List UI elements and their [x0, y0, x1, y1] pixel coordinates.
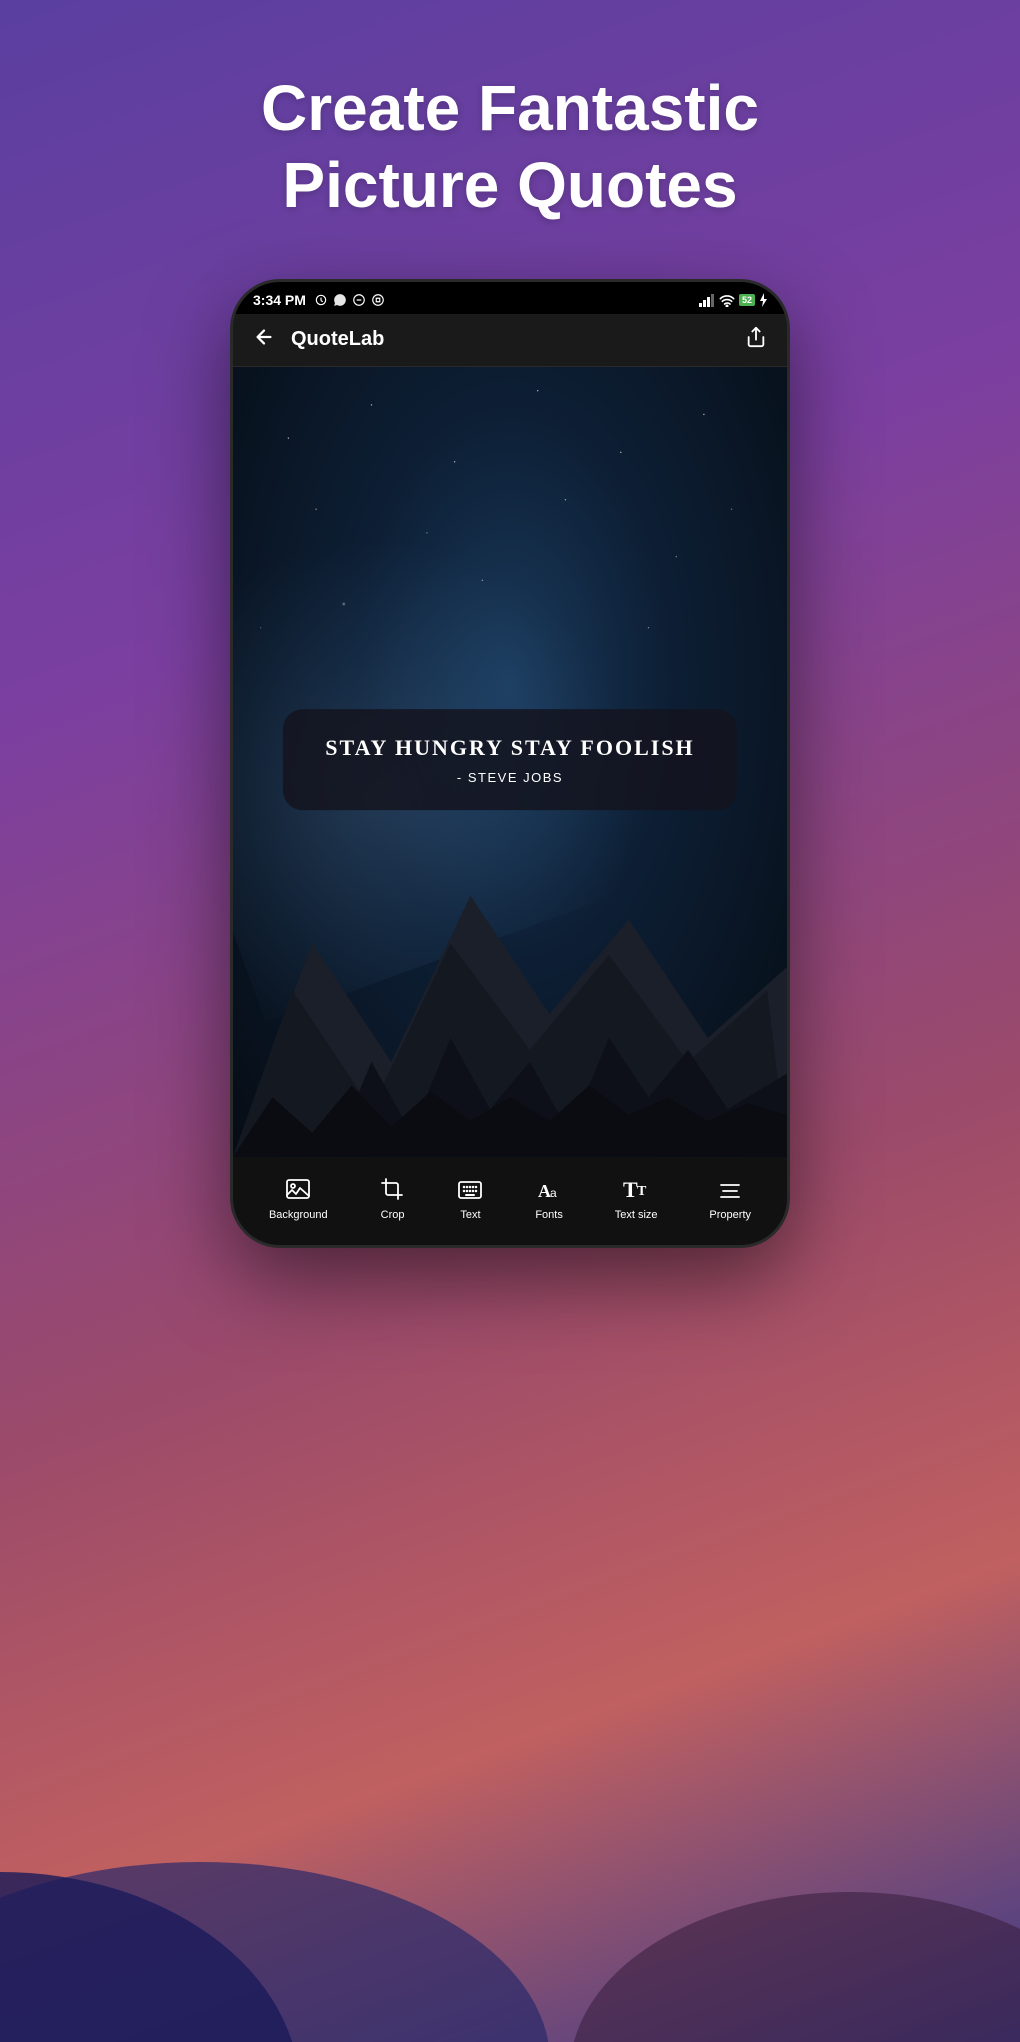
charging-icon	[759, 293, 767, 307]
svg-text:T: T	[637, 1184, 647, 1199]
status-time: 3:34 PM	[253, 292, 306, 308]
toolbar-label-crop: Crop	[381, 1209, 405, 1221]
text-keyboard-icon	[457, 1177, 483, 1203]
toolbar-label-background: Background	[269, 1209, 328, 1221]
toolbar-label-fonts: Fonts	[535, 1209, 563, 1221]
wifi-icon	[719, 293, 735, 307]
battery-indicator: 52	[739, 294, 755, 306]
app-bar-title: QuoteLab	[291, 328, 384, 351]
headline-line2: Picture Quotes	[282, 149, 737, 221]
property-icon	[717, 1177, 743, 1203]
background-icon	[285, 1177, 311, 1203]
toolbar-item-background[interactable]: Background	[261, 1173, 336, 1225]
app-bar: QuoteLab	[233, 314, 787, 367]
svg-text:T: T	[623, 1177, 638, 1202]
svg-text:a: a	[550, 1186, 557, 1200]
notification2-icon	[371, 293, 385, 307]
toolbar-item-fonts[interactable]: A a Fonts	[527, 1173, 571, 1225]
notification-icon	[352, 293, 366, 307]
toolbar-label-property: Property	[709, 1209, 751, 1221]
toolbar-label-text: Text	[460, 1209, 480, 1221]
headline: Create Fantastic Picture Quotes	[261, 70, 759, 224]
text-size-icon: T T	[623, 1177, 649, 1203]
status-icons-left	[314, 293, 385, 307]
share-button[interactable]	[745, 326, 767, 354]
starry-sky: STAY HUNGRY STAY FOOLISH - STEVE JOBS	[233, 367, 787, 1157]
back-button[interactable]	[253, 326, 275, 354]
bottom-toolbar: Background Crop	[233, 1157, 787, 1245]
alarm-icon	[314, 293, 328, 307]
quote-main-text: STAY HUNGRY STAY FOOLISH	[318, 734, 702, 763]
quote-box[interactable]: STAY HUNGRY STAY FOOLISH - STEVE JOBS	[283, 709, 737, 811]
signal-icon	[699, 293, 715, 307]
crop-icon	[380, 1177, 406, 1203]
quote-author-text: - STEVE JOBS	[318, 770, 702, 785]
toolbar-item-textsize[interactable]: T T Text size	[607, 1173, 666, 1225]
mountains	[233, 801, 787, 1157]
headline-container: Create Fantastic Picture Quotes	[261, 70, 759, 224]
status-bar: 3:34 PM	[233, 282, 787, 314]
toolbar-item-property[interactable]: Property	[701, 1173, 759, 1225]
toolbar-label-textsize: Text size	[615, 1209, 658, 1221]
phone-frame: 3:34 PM	[230, 279, 790, 1248]
status-icons-right: 52	[699, 293, 767, 307]
image-area: STAY HUNGRY STAY FOOLISH - STEVE JOBS	[233, 367, 787, 1157]
toolbar-item-crop[interactable]: Crop	[372, 1173, 414, 1225]
headline-line1: Create Fantastic	[261, 72, 759, 144]
fonts-icon: A a	[536, 1177, 562, 1203]
whatsapp-icon	[333, 293, 347, 307]
toolbar-item-text[interactable]: Text	[449, 1173, 491, 1225]
